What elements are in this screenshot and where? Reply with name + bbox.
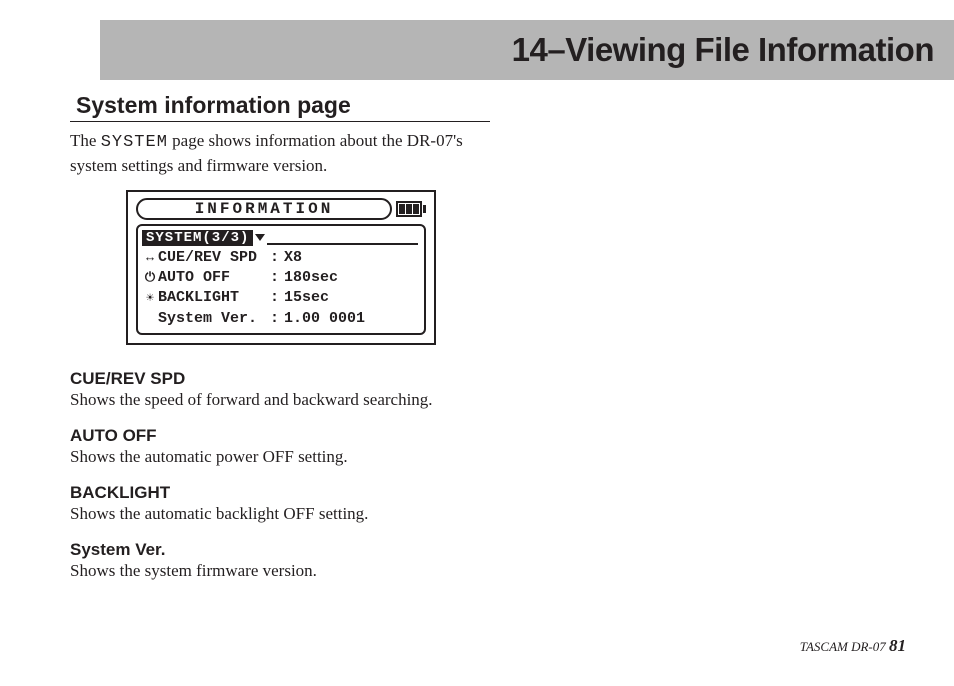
definition-term: System Ver.: [70, 540, 490, 560]
section-heading: System information page: [70, 92, 490, 122]
definition-term: BACKLIGHT: [70, 483, 490, 503]
intro-text-before: The: [70, 131, 101, 150]
lcd-setting-row: System Ver.:1.00 0001: [142, 309, 418, 329]
lcd-screenshot: INFORMATION SYSTEM(3/3) ↔CUE/REV SPD:X8⏻…: [126, 190, 436, 345]
lcd-row-colon: :: [270, 268, 284, 288]
definitions-list: CUE/REV SPDShows the speed of forward an…: [70, 369, 490, 583]
definition-description: Shows the system firmware version.: [70, 560, 490, 583]
lcd-row-label: System Ver.: [158, 309, 270, 329]
definition-item: AUTO OFFShows the automatic power OFF se…: [70, 426, 490, 469]
definition-term: CUE/REV SPD: [70, 369, 490, 389]
lcd-row-icon: ⏻: [142, 269, 158, 287]
lcd-page-row: SYSTEM(3/3): [142, 230, 418, 246]
lcd-row-value: 15sec: [284, 288, 329, 308]
definition-item: System Ver.Shows the system firmware ver…: [70, 540, 490, 583]
lcd-row-label: CUE/REV SPD: [158, 248, 270, 268]
lcd-title-row: INFORMATION: [136, 198, 426, 220]
lcd-setting-row: ☀BACKLIGHT:15sec: [142, 288, 418, 308]
lcd-row-value: 1.00 0001: [284, 309, 365, 329]
dropdown-arrow-icon: [255, 234, 265, 241]
lcd-row-icon: ☀: [142, 290, 158, 308]
lcd-screen-title: INFORMATION: [136, 198, 392, 220]
lcd-row-label: AUTO OFF: [158, 268, 270, 288]
intro-paragraph: The SYSTEM page shows information about …: [70, 130, 490, 178]
definition-description: Shows the automatic power OFF setting.: [70, 446, 490, 469]
definition-item: BACKLIGHTShows the automatic backlight O…: [70, 483, 490, 526]
lcd-row-colon: :: [270, 309, 284, 329]
chapter-header-bar: 14–Viewing File Information: [100, 20, 954, 80]
lcd-row-colon: :: [270, 248, 284, 268]
chapter-title: 14–Viewing File Information: [512, 31, 934, 69]
footer-brand: TASCAM DR-07: [800, 639, 889, 654]
lcd-setting-row: ↔CUE/REV SPD:X8: [142, 248, 418, 268]
lcd-row-colon: :: [270, 288, 284, 308]
battery-icon: [396, 201, 426, 217]
lcd-setting-row: ⏻AUTO OFF:180sec: [142, 268, 418, 288]
lcd-row-label: BACKLIGHT: [158, 288, 270, 308]
intro-mono-term: SYSTEM: [101, 133, 168, 152]
lcd-row-value: 180sec: [284, 268, 338, 288]
definition-term: AUTO OFF: [70, 426, 490, 446]
lcd-row-value: X8: [284, 248, 302, 268]
page-footer: TASCAM DR-07 81: [800, 636, 906, 656]
definition-description: Shows the speed of forward and backward …: [70, 389, 490, 412]
lcd-tab-underline: [267, 231, 418, 245]
lcd-page-badge: SYSTEM(3/3): [142, 230, 253, 246]
definition-description: Shows the automatic backlight OFF settin…: [70, 503, 490, 526]
page-number: 81: [889, 636, 906, 655]
definition-item: CUE/REV SPDShows the speed of forward an…: [70, 369, 490, 412]
lcd-row-icon: ↔: [142, 249, 158, 267]
lcd-body: SYSTEM(3/3) ↔CUE/REV SPD:X8⏻AUTO OFF:180…: [136, 224, 426, 335]
page-content-column: System information page The SYSTEM page …: [70, 92, 490, 597]
